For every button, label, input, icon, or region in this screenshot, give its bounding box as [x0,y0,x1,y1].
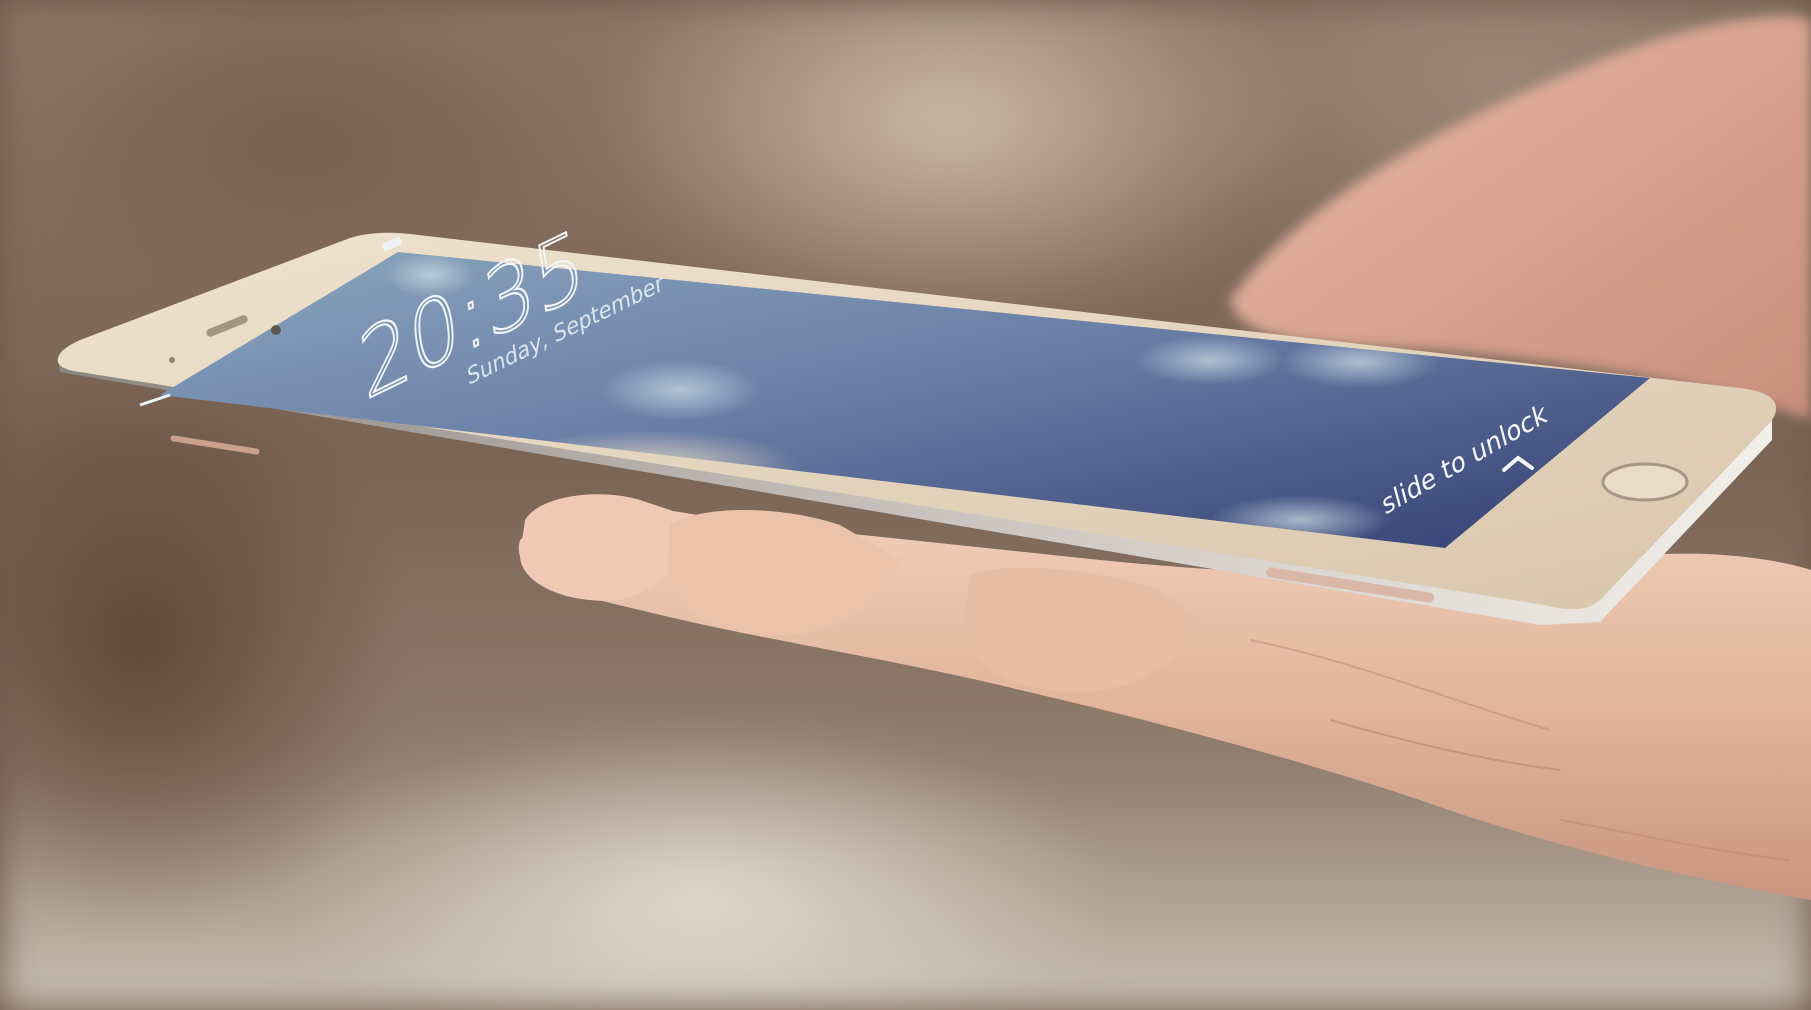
signal-icon [139,393,171,407]
sensor-dot [169,357,175,363]
front-camera [271,325,281,335]
photo-scene: 20:35 Sunday, September slide to unlock [0,0,1811,1010]
smartphone: 20:35 Sunday, September slide to unlock [57,207,1777,625]
home-button[interactable] [1601,462,1689,502]
volume-rocker [170,435,260,455]
